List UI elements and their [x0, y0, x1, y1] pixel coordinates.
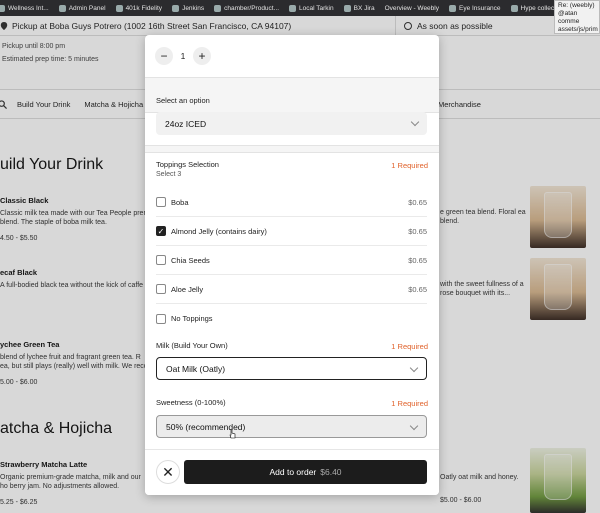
bookmark-wellness[interactable]: Wellness Int...	[0, 4, 49, 12]
close-button[interactable]: ✕	[156, 460, 180, 484]
bookmark-icon	[172, 4, 180, 12]
bookmark-icon	[448, 4, 456, 12]
close-icon: ✕	[162, 463, 174, 480]
hand-cursor-icon	[229, 429, 236, 439]
option-label: Select an option	[156, 96, 210, 105]
size-select[interactable]: 24oz ICED	[156, 112, 427, 135]
sweetness-select[interactable]: 50% (recommended)	[156, 415, 427, 438]
sweetness-required: 1 Required	[391, 399, 428, 408]
sweetness-label: Sweetness (0-100%)	[156, 398, 226, 407]
checkbox[interactable]	[156, 255, 166, 265]
quantity-stepper: − 1 +	[145, 35, 439, 77]
topping-option-no-toppings[interactable]: No Toppings	[156, 304, 427, 333]
checkbox[interactable]	[156, 284, 166, 294]
bookmark-eye-insurance[interactable]: Eye Insurance	[448, 4, 501, 12]
bookmarks-bar: Wellness Int... Admin Panel 401k Fidelit…	[0, 0, 600, 16]
decrease-quantity-button[interactable]: −	[155, 47, 173, 65]
bookmark-chamber[interactable]: chamber/Product...	[214, 4, 279, 12]
section-divider	[145, 77, 439, 113]
bookmark-local-tarkin[interactable]: Local Tarkin	[289, 4, 334, 12]
bookmark-icon	[510, 4, 518, 12]
bookmark-icon	[58, 4, 66, 12]
checkbox[interactable]	[156, 313, 166, 324]
checkbox[interactable]	[156, 197, 166, 207]
bookmark-icon	[343, 4, 351, 12]
increase-quantity-button[interactable]: +	[193, 47, 211, 65]
checkbox-checked[interactable]: ✓	[156, 226, 166, 236]
topping-option-boba[interactable]: Boba $0.65	[156, 188, 427, 217]
topping-option-chia-seeds[interactable]: Chia Seeds $0.65	[156, 246, 427, 275]
topping-option-almond-jelly[interactable]: ✓ Almond Jelly (contains dairy) $0.65	[156, 217, 427, 246]
bookmark-bx-jira[interactable]: BX Jira	[343, 4, 375, 12]
bookmark-admin-panel[interactable]: Admin Panel	[58, 4, 106, 12]
section-divider	[145, 145, 439, 153]
milk-select[interactable]: Oat Milk (Oatly)	[156, 357, 427, 380]
link-tooltip: Re: (weebly) @atan comme assets/js/prim	[554, 0, 600, 34]
milk-required: 1 Required	[391, 342, 428, 351]
customize-drink-modal: − 1 + Select an option 24oz ICED Topping…	[145, 35, 439, 495]
quantity-value: 1	[180, 51, 186, 61]
toppings-sublabel: Select 3	[156, 171, 182, 178]
topping-option-aloe-jelly[interactable]: Aloe Jelly $0.65	[156, 275, 427, 304]
bookmark-401k[interactable]: 401k Fidelity	[115, 4, 162, 12]
bookmark-icon	[289, 4, 297, 12]
chevron-down-icon	[410, 117, 420, 127]
chevron-down-icon	[409, 363, 419, 373]
add-to-order-button[interactable]: Add to order $6.40	[184, 460, 427, 484]
milk-label: Milk (Build Your Own)	[156, 341, 228, 350]
chevron-down-icon	[409, 421, 419, 431]
bookmark-icon	[214, 4, 222, 12]
bookmark-icon	[115, 4, 123, 12]
bookmark-jenkins[interactable]: Jenkins	[172, 4, 204, 12]
toppings-label: Toppings Selection	[156, 160, 219, 169]
toppings-required: 1 Required	[391, 161, 428, 170]
bookmark-icon	[0, 4, 5, 12]
bookmark-overview-weebly[interactable]: Overview - Weebly	[385, 5, 439, 12]
modal-footer: ✕ Add to order $6.40	[145, 449, 439, 495]
